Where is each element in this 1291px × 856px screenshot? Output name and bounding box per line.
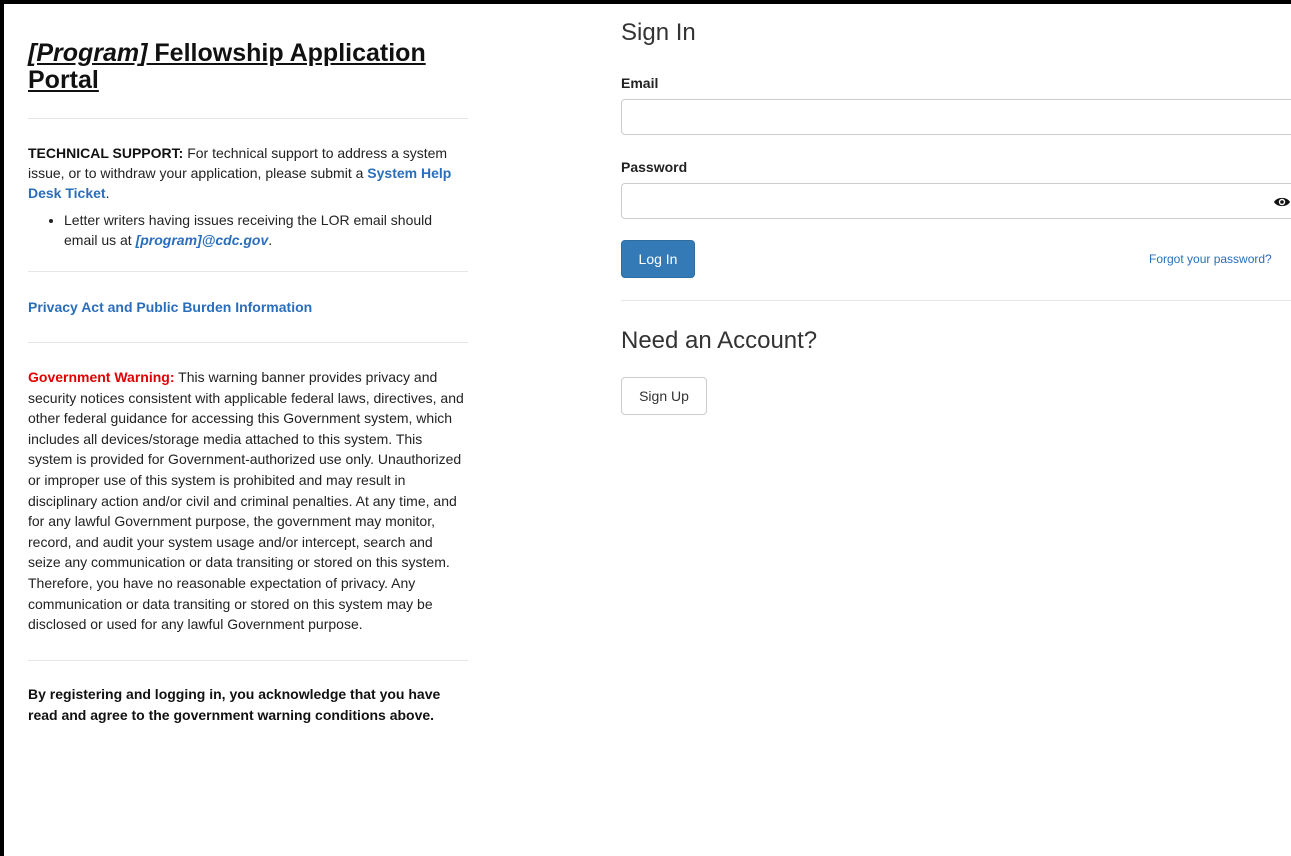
page-title: [Program] Fellowship Application Portal: [28, 40, 468, 94]
password-field[interactable]: [621, 183, 1291, 219]
signin-panel: Sign In Email Password Log In Forgot you…: [621, 4, 1291, 415]
email-field[interactable]: [621, 99, 1291, 135]
warning-text: This warning banner provides privacy and…: [28, 369, 464, 633]
signup-button[interactable]: Sign Up: [621, 377, 707, 415]
government-warning-section: Government Warning: This warning banner …: [28, 367, 468, 635]
support-period: .: [105, 185, 110, 201]
program-placeholder: [Program]: [28, 39, 148, 67]
support-label: TECHNICAL SUPPORT:: [28, 145, 184, 161]
signin-title: Sign In: [621, 19, 696, 46]
login-button[interactable]: Log In: [621, 240, 695, 278]
divider: [28, 118, 468, 119]
warning-label: Government Warning:: [28, 369, 175, 385]
info-column: [Program] Fellowship Application Portal …: [28, 4, 468, 727]
divider: [28, 659, 468, 661]
email-label: Email: [621, 75, 659, 91]
list-item: Letter writers having issues receiving t…: [64, 210, 468, 250]
window-border-left: [0, 0, 4, 856]
need-account-title: Need an Account?: [621, 327, 818, 354]
acknowledgement-text: By registering and logging in, you ackno…: [28, 685, 441, 724]
divider: [28, 342, 468, 343]
support-list: Letter writers having issues receiving t…: [28, 210, 468, 250]
lor-period: .: [268, 232, 273, 248]
privacy-act-link[interactable]: Privacy Act and Public Burden Informatio…: [28, 299, 312, 315]
forgot-password-link[interactable]: Forgot your password?: [1149, 252, 1272, 266]
divider: [621, 300, 1291, 301]
eye-icon[interactable]: [1273, 196, 1291, 208]
password-label: Password: [621, 159, 688, 175]
technical-support-section: TECHNICAL SUPPORT: For technical support…: [28, 143, 468, 250]
privacy-section: Privacy Act and Public Burden Informatio…: [28, 297, 468, 317]
support-email-link[interactable]: [program]@cdc.gov: [136, 232, 269, 248]
divider: [28, 271, 468, 272]
